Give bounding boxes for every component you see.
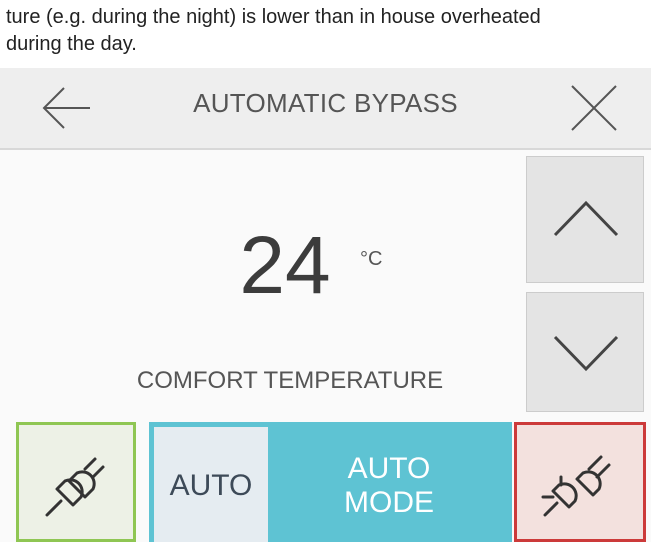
page-title: AUTOMATIC BYPASS <box>193 88 458 118</box>
auto-toggle-button[interactable]: AUTO <box>154 427 268 542</box>
plug-disconnected-icon <box>541 455 611 517</box>
temperature-label: COMFORT TEMPERATURE <box>136 367 444 394</box>
auto-mode-panel[interactable]: AUTO AUTO MODE <box>149 422 512 542</box>
chevron-up-icon <box>553 200 619 237</box>
bypass-disconnected-button[interactable] <box>514 422 646 542</box>
auto-mode-line-1: AUTO <box>347 452 431 485</box>
back-button[interactable] <box>38 80 94 136</box>
bypass-connected-button[interactable] <box>16 422 136 542</box>
arrow-left-icon <box>42 87 90 129</box>
temperature-unit: °C <box>360 248 383 270</box>
auto-toggle-label: AUTO <box>169 469 253 502</box>
increase-button[interactable] <box>526 156 644 283</box>
auto-mode-line-2: MODE <box>344 486 434 519</box>
close-icon <box>571 85 617 131</box>
close-button[interactable] <box>566 80 622 136</box>
auto-mode-label: AUTO MODE <box>289 452 489 520</box>
chevron-down-icon <box>553 335 619 372</box>
intro-line-1: ture (e.g. during the night) is lower th… <box>6 6 541 28</box>
intro-line-2: during the day. <box>6 33 137 55</box>
plug-connected-icon <box>45 457 105 517</box>
decrease-button[interactable] <box>526 292 644 412</box>
header-bar: AUTOMATIC BYPASS <box>0 68 651 150</box>
temperature-value: 24 <box>239 220 331 311</box>
